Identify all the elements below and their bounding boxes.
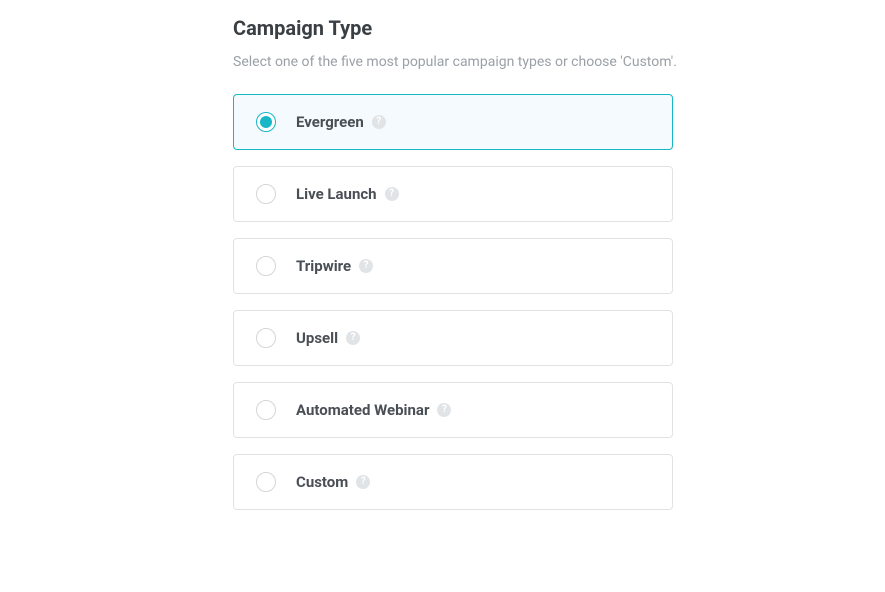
option-label: Tripwire: [296, 257, 351, 275]
option-upsell[interactable]: Upsell ?: [233, 310, 673, 366]
option-label: Automated Webinar: [296, 401, 429, 419]
option-evergreen[interactable]: Evergreen ?: [233, 94, 673, 150]
help-icon[interactable]: ?: [437, 403, 451, 417]
help-icon[interactable]: ?: [359, 259, 373, 273]
help-icon[interactable]: ?: [356, 475, 370, 489]
option-label: Upsell: [296, 329, 338, 347]
radio-icon: [256, 472, 276, 492]
campaign-type-options: Evergreen ? Live Launch ? Tripwire ? Ups…: [233, 94, 673, 510]
radio-dot-icon: [260, 116, 272, 128]
help-icon[interactable]: ?: [346, 331, 360, 345]
option-tripwire[interactable]: Tripwire ?: [233, 238, 673, 294]
section-description: Select one of the five most popular camp…: [233, 54, 885, 70]
help-icon[interactable]: ?: [385, 187, 399, 201]
option-label: Evergreen: [296, 113, 364, 131]
option-automated-webinar[interactable]: Automated Webinar ?: [233, 382, 673, 438]
option-live-launch[interactable]: Live Launch ?: [233, 166, 673, 222]
radio-icon: [256, 400, 276, 420]
radio-icon: [256, 328, 276, 348]
radio-icon: [256, 256, 276, 276]
radio-icon: [256, 184, 276, 204]
help-icon[interactable]: ?: [372, 115, 386, 129]
option-label: Live Launch: [296, 185, 377, 203]
option-label: Custom: [296, 473, 348, 491]
section-heading: Campaign Type: [233, 16, 885, 40]
radio-icon: [256, 112, 276, 132]
option-custom[interactable]: Custom ?: [233, 454, 673, 510]
